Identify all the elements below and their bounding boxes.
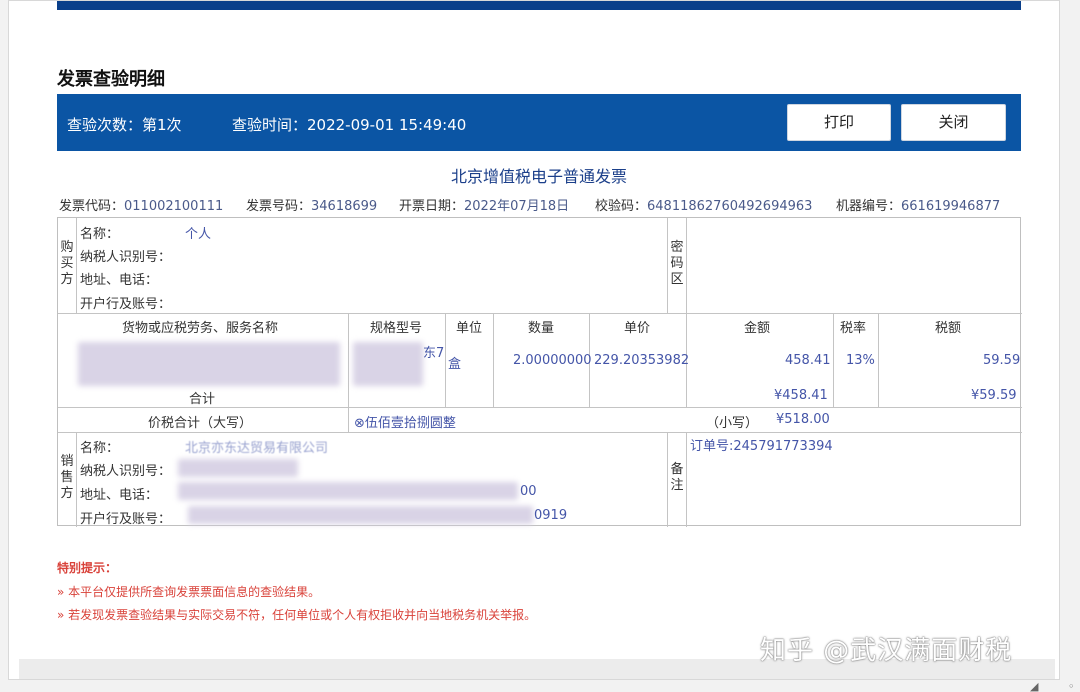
invoice-grid: 购买方 名称： 个人 纳税人识别号： 地址、电话： 开户行及账号： 密码区 货物… [57,217,1022,527]
redacted-seller-bank [188,506,533,524]
redacted-seller-addr [178,482,518,500]
buyer-side-label: 购买方 [60,240,74,287]
seller-bank-label: 开户行及账号： [80,512,172,527]
print-button[interactable]: 打印 [787,104,891,141]
remark-label: 备注 [670,462,684,493]
seller-side-label: 销售方 [60,454,74,501]
resize-grip-icon: ◢ [1030,680,1039,692]
check-info-bar: 查验次数：第1次 查验时间：2022-09-01 15:49:40 打印 关闭 [57,94,1021,151]
goods-header: 货物或应税劳务、服务名称 [122,321,279,336]
total-amount: ¥458.41 [774,388,828,403]
watermark-brand: 知乎 @武汉满面财税 [760,636,1013,666]
invoice-number: 发票号码：34618699 [246,199,378,214]
amount-header: 金额 [744,321,771,336]
invoice-check-dialog: 发票查验明细 查验次数：第1次 查验时间：2022-09-01 15:49:40… [8,0,1060,680]
grand-total-upper: ⊗伍佰壹拾捌圆整 [354,416,456,431]
check-count: 查验次数：第1次 [67,116,182,134]
grand-total-label: 价税合计（大写） [148,416,253,431]
seller-name-label: 名称： [80,441,120,456]
tips-heading: 特别提示： [57,561,118,575]
redacted-goods-name [78,342,340,386]
seller-name: 北京亦东达贸易有限公司 [185,441,329,456]
qty-header: 数量 [528,321,555,336]
seller-bank-tail: 0919 [534,508,568,523]
seller-addr-tail: 00 [520,484,537,499]
item-unit: 盒 [448,357,462,372]
tip-item-1: » 本平台仅提供所查询发票票面信息的查验结果。 [57,585,321,599]
remark-text: 订单号:245791773394 [690,439,833,454]
scroll-corner-icon: ◦ [1068,680,1075,692]
tip-item-2: » 若发现发票查验结果与实际交易不符，任何单位或个人有权拒收并向当地税务机关举报… [57,608,537,622]
grand-total-lower-label: （小写） [706,416,759,431]
item-qty: 2.00000000 [513,353,592,368]
redacted-spec [353,342,423,386]
seller-addr-label: 地址、电话： [80,488,159,503]
close-button[interactable]: 关闭 [901,104,1006,141]
dialog-title: 发票查验明细 [57,69,165,90]
check-code: 校验码：64811862760492694963 [595,199,813,214]
unit-header: 单位 [456,321,483,336]
machine-number: 机器编号：661619946877 [836,199,1001,214]
buyer-name: 个人 [185,227,212,242]
seller-tax-label: 纳税人识别号： [80,464,172,479]
item-tax: 59.59 [983,353,1021,368]
buyer-bank-label: 开户行及账号： [80,297,172,312]
item-price: 229.20353982 [594,353,690,368]
spec-header: 规格型号 [370,321,423,336]
price-header: 单价 [624,321,651,336]
tax-header: 税额 [935,321,962,336]
buyer-name-label: 名称： [80,227,120,242]
total-tax: ¥59.59 [971,388,1017,403]
password-area-label: 密码区 [670,240,684,287]
invoice-code: 发票代码：011002100111 [59,199,224,214]
total-label: 合计 [189,392,216,407]
item-amount: 458.41 [785,353,831,368]
item-spec: 东7 [423,346,445,361]
top-banner-strip [57,1,1021,10]
invoice-title: 北京增值税电子普通发票 [450,167,627,186]
rate-header: 税率 [840,321,867,336]
buyer-tax-label: 纳税人识别号： [80,250,172,265]
grand-total-lower: ¥518.00 [776,412,830,427]
invoice-date: 开票日期：2022年07月18日 [399,199,570,214]
redacted-seller-tax [178,459,298,477]
check-time: 查验时间：2022-09-01 15:49:40 [232,116,467,134]
item-rate: 13% [846,353,875,368]
buyer-addr-label: 地址、电话： [80,273,159,288]
